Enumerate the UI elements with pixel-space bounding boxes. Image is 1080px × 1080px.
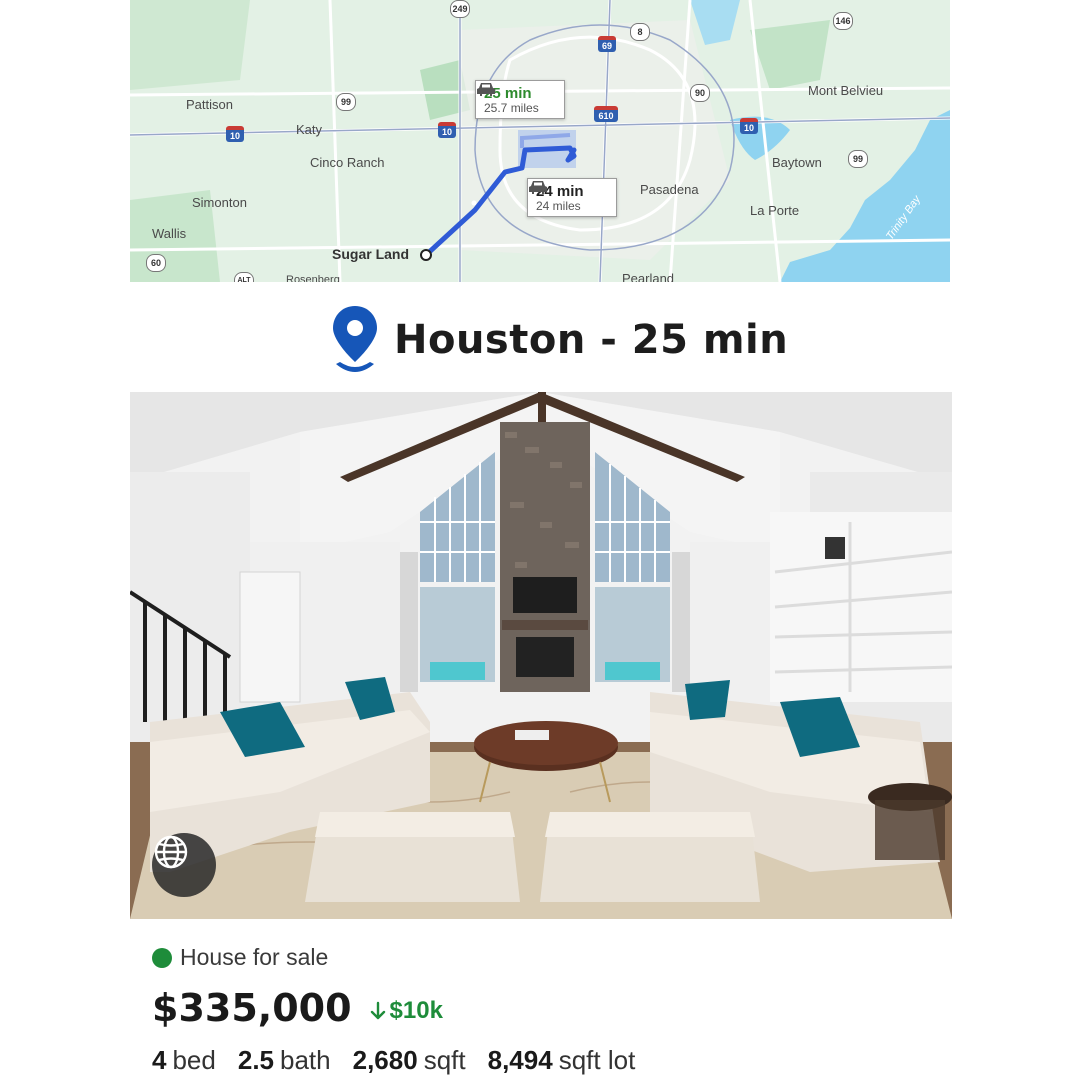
map-label-simonton: Simonton [192,195,247,210]
status-label: House for sale [180,944,329,970]
highway-shield-99-east: 99 [848,150,868,168]
map-label-pasadena: Pasadena [640,182,699,197]
highway-shield-99-north: 99 [336,93,356,111]
fact-value: 2.5 [237,1045,275,1075]
route-primary-distance: 25.7 miles [484,101,539,115]
fact-unit: sqft [423,1045,466,1075]
route-map[interactable]: Pattison Katy Cinco Ranch Simonton Walli… [130,0,950,282]
fact-value: 8,494 [487,1045,553,1075]
status-dot-icon [152,947,172,968]
route-callout-alternate[interactable]: 24 min 24 miles [527,178,617,217]
price-drop-amount: $10k [389,997,443,1024]
route-callout-primary[interactable]: 25 min 25.7 miles [475,80,565,119]
fact-value: 4 [152,1045,167,1075]
globe-icon [154,835,188,869]
map-label-pattison: Pattison [186,97,233,112]
fact-unit: bed [172,1045,216,1075]
highway-shield-60: 60 [146,254,166,272]
fact-baths: 2.5 bath [238,1045,331,1076]
fact-value: 2,680 [352,1045,418,1075]
map-label-la-porte: La Porte [750,203,800,218]
highway-shield-90: 90 [690,84,710,102]
commute-title: Houston - 25 min [394,317,789,363]
fact-unit: sqft lot [558,1045,636,1075]
highway-shield-alt: ALT [234,272,254,282]
fact-lot: 8,494 sqft lot [488,1045,636,1076]
commute-heading: Houston - 25 min [330,303,788,377]
listing-status: House for sale [152,944,328,971]
listing-price: $335,000 [152,986,352,1030]
price-drop: $10k [370,997,443,1025]
map-canvas [130,0,950,282]
highway-shield-146: 146 [833,12,853,30]
highway-shield-249: 249 [450,0,470,18]
map-label-wallis: Wallis [152,226,187,241]
map-label-katy: Katy [296,122,323,137]
car-icon [529,181,547,194]
globe-button[interactable] [152,833,216,897]
interstate-shield-610: 610 [594,106,618,122]
listing-photo[interactable] [130,392,952,919]
fact-unit: bath [280,1045,331,1075]
location-pin-icon [333,306,377,372]
interstate-shield-10-west: 10 [226,126,244,142]
map-label-rosenberg: Rosenberg [286,274,340,282]
map-label-sugar-land: Sugar Land [332,246,410,262]
map-label-mont-belvieu: Mont Belvieu [808,83,884,98]
interstate-shield-69: 69 [598,36,616,52]
map-label-cinco-ranch: Cinco Ranch [310,155,385,170]
route-alt-distance: 24 miles [536,199,581,213]
arrow-down-icon [370,1001,385,1020]
fact-beds: 4 bed [152,1045,216,1076]
map-label-pearland: Pearland [622,271,675,282]
map-label-baytown: Baytown [772,155,822,170]
car-icon [477,83,495,96]
fact-sqft: 2,680 sqft [353,1045,466,1076]
interstate-shield-10-east: 10 [740,118,758,134]
highway-shield-8: 8 [630,23,650,41]
price-row: $335,000 $10k [152,986,443,1030]
living-room-image [130,392,952,919]
interstate-shield-10-central: 10 [438,122,456,138]
listing-facts: 4 bed 2.5 bath 2,680 sqft 8,494 sqft lot [152,1045,635,1076]
